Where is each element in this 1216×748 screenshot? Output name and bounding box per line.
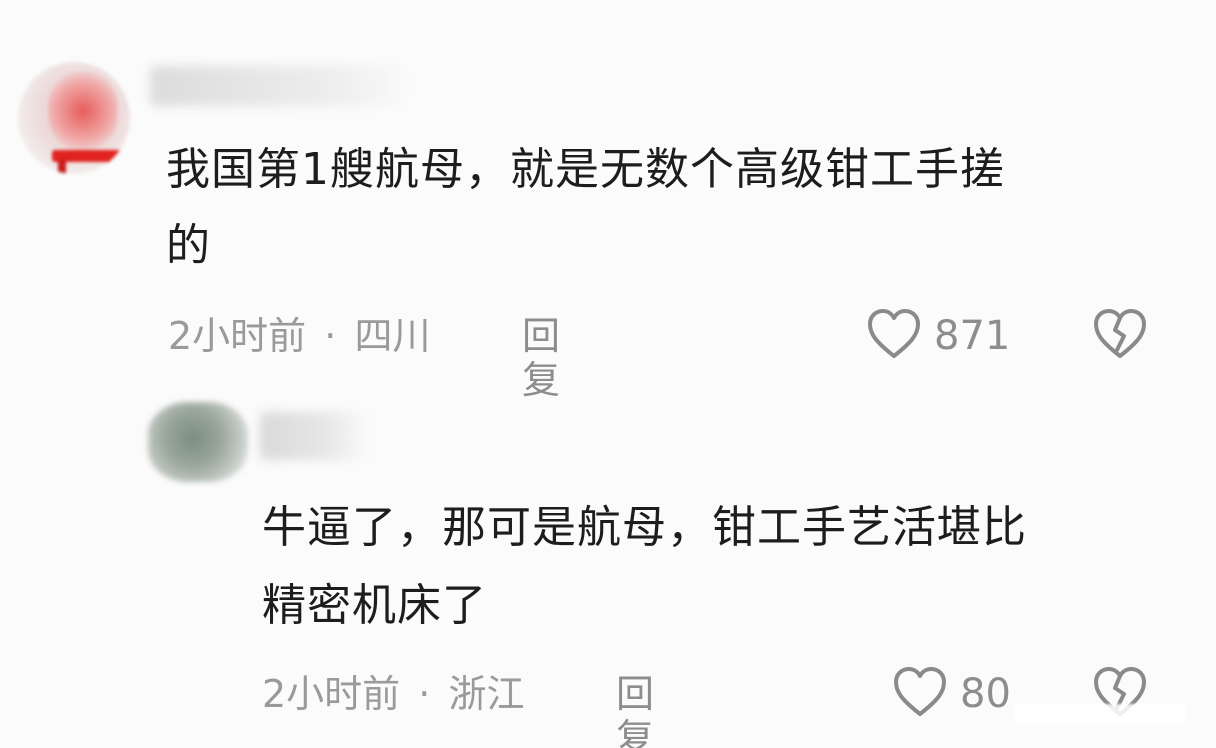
- avatar[interactable]: [18, 62, 130, 174]
- avatar[interactable]: [148, 402, 248, 482]
- comment-thread: 我国第1艘航母，就是无数个高级钳工手搓 的 2小时前 · 四川 回复 871 牛…: [0, 0, 1216, 748]
- reply-button[interactable]: 回复: [616, 672, 654, 748]
- comment-text-line: 精密机床了: [262, 580, 487, 631]
- username-blurred[interactable]: [150, 66, 410, 106]
- comment-text: 我国第1艘航母，就是无数个高级钳工手搓 的: [166, 138, 1176, 278]
- comment-time: 2小时前: [168, 314, 307, 358]
- heart-outline-icon[interactable]: [892, 666, 948, 718]
- watermark-overlay: [1015, 704, 1185, 726]
- broken-heart-outline-icon[interactable]: [1092, 308, 1148, 360]
- avatar-stool-leg: [108, 160, 116, 174]
- comment-text-line: 的: [166, 220, 211, 271]
- meta-separator: ·: [324, 314, 337, 358]
- comment-text: 牛逼了，那可是航母，钳工手艺活堪比 精密机床了: [262, 496, 1182, 638]
- comment-time: 2小时前: [262, 672, 401, 716]
- heart-outline-icon[interactable]: [866, 308, 922, 360]
- username-blurred[interactable]: [260, 412, 370, 460]
- comment-location: 四川: [354, 314, 431, 358]
- comment-meta: 2小时前 · 浙江: [262, 672, 524, 716]
- like-count: 871: [934, 313, 1011, 359]
- comment-text-line: 牛逼了，那可是航母，钳工手艺活堪比: [262, 502, 1027, 553]
- avatar-image: [48, 72, 118, 150]
- comment-meta: 2小时前 · 四川: [168, 314, 430, 358]
- reply-button[interactable]: 回复: [522, 314, 560, 402]
- comment-text-line: 我国第1艘航母，就是无数个高级钳工手搓: [166, 144, 1005, 195]
- avatar-stool-leg: [58, 160, 66, 174]
- meta-separator: ·: [418, 672, 431, 716]
- comment-location: 浙江: [448, 672, 525, 716]
- like-count: 80: [960, 671, 1011, 717]
